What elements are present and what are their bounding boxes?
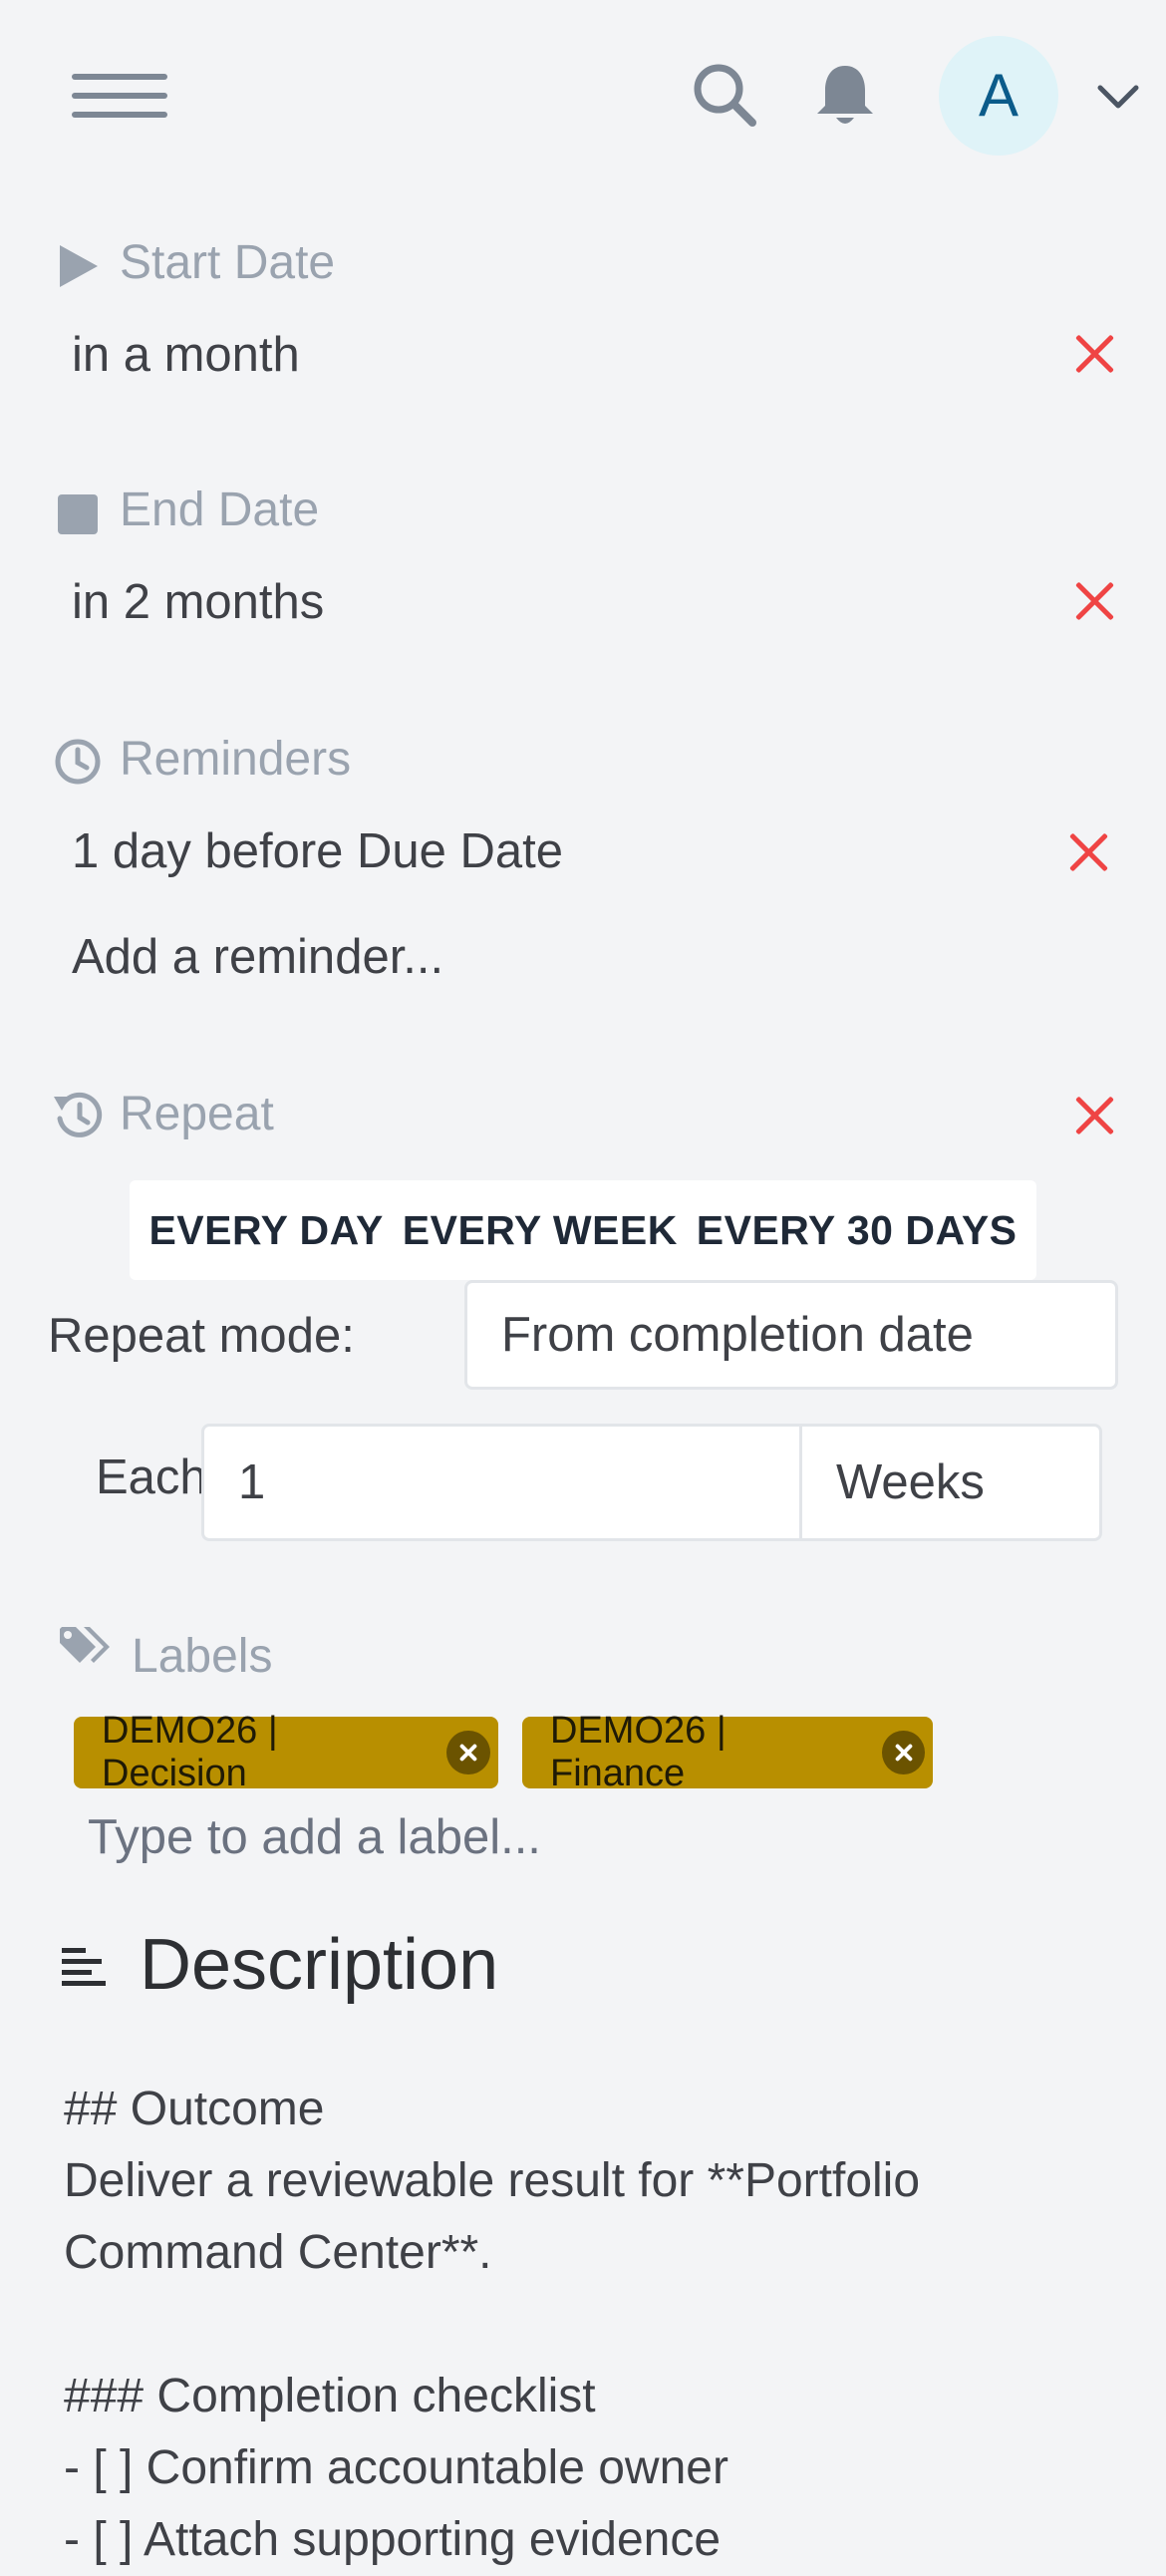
repeat-mode-label: Repeat mode: [48,1309,355,1363]
reminder-item[interactable]: 1 day before Due Date [72,823,563,879]
avatar[interactable]: A [939,36,1058,156]
add-reminder-link[interactable]: Add a reminder... [72,929,443,985]
repeat-mode-select[interactable]: From completion date [464,1280,1118,1390]
tags-icon [60,1627,110,1663]
stop-icon [58,494,98,534]
repeat-label: Repeat [120,1088,274,1140]
search-icon[interactable] [692,62,757,128]
repeat-unit-select[interactable]: Weeks [799,1424,1102,1541]
labels-label: Labels [132,1630,273,1683]
label-chip[interactable]: DEMO26 | Decision [74,1710,498,1794]
remove-label-icon[interactable] [446,1731,490,1774]
preset-every-day-button[interactable]: EVERY DAY [148,1207,383,1254]
start-date-label: Start Date [120,236,336,289]
end-date-value[interactable]: in 2 months [72,574,324,630]
label-chip-text: DEMO26 | Decision [102,1710,278,1794]
align-left-icon [62,1948,106,1986]
preset-every-week-button[interactable]: EVERY WEEK [403,1207,678,1254]
preset-every-30-days-button[interactable]: EVERY 30 DAYS [697,1207,1018,1254]
description-line: - [ ] Confirm accountable owner [64,2441,729,2494]
description-line: ## Outcome [64,2083,325,2135]
remove-start-date-icon[interactable] [1074,333,1114,373]
remove-label-icon[interactable] [881,1731,925,1774]
reminders-label: Reminders [120,733,352,786]
end-date-label: End Date [120,483,320,536]
description-line: Deliver a reviewable result for **Portfo… [64,2154,921,2207]
start-date-value[interactable]: in a month [72,327,300,383]
repeat-presets: EVERY DAY EVERY WEEK EVERY 30 DAYS [130,1180,1036,1280]
description-line: - [ ] Attach supporting evidence [64,2513,722,2566]
label-chip-text: DEMO26 | Finance [550,1710,727,1794]
description-line: Command Center**. [64,2226,492,2279]
bell-icon[interactable] [815,62,875,128]
remove-reminder-icon[interactable] [1068,831,1108,871]
repeat-amount-input[interactable]: 1 [201,1424,801,1541]
label-input[interactable]: Type to add a label... [88,1809,541,1865]
label-chip[interactable]: DEMO26 | Finance [522,1710,933,1794]
top-bar: A [0,0,1166,189]
history-icon [54,1092,103,1137]
description-editor[interactable]: ## Outcome Deliver a reviewable result f… [64,2074,1120,2576]
play-icon [60,245,98,287]
description-title: Description [140,1925,499,2005]
remove-repeat-icon[interactable] [1074,1095,1114,1134]
description-line [64,2289,1120,2361]
chevron-down-icon[interactable] [1096,84,1140,112]
remove-end-date-icon[interactable] [1074,580,1114,620]
clock-icon [55,739,101,785]
description-line: ### Completion checklist [64,2370,596,2422]
menu-icon[interactable] [72,74,167,118]
each-label: Each [96,1450,207,1504]
